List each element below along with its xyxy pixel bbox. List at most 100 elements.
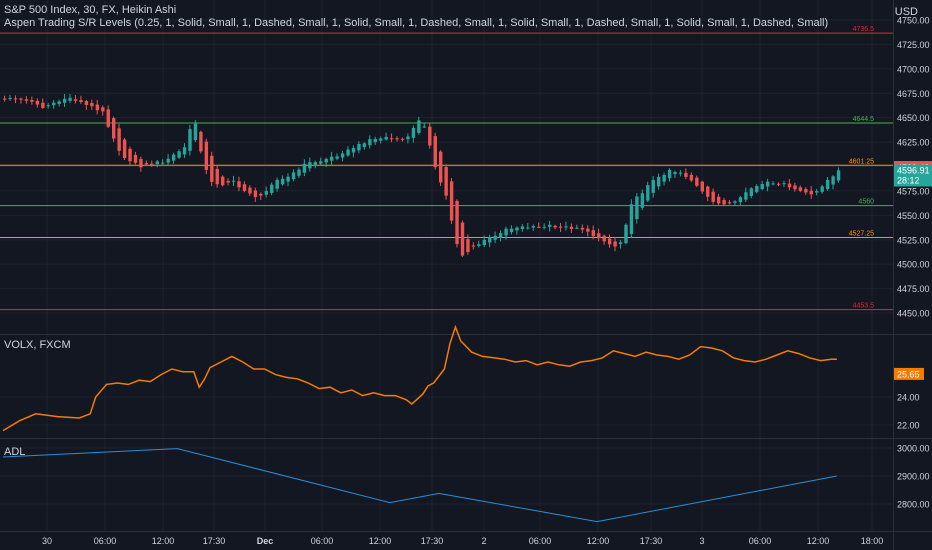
candle-body xyxy=(79,100,83,102)
candle-body xyxy=(836,170,841,181)
trading-chart[interactable]: 4736.54644.54601.2545604527.254453.54750… xyxy=(0,0,932,550)
candle-body xyxy=(215,168,219,185)
candle-body xyxy=(488,237,492,243)
price-tick-label: 4550.00 xyxy=(897,211,930,221)
candle-body xyxy=(231,180,236,182)
candle-body xyxy=(646,185,650,201)
adl-pane-title[interactable]: ADL xyxy=(4,446,25,458)
price-tick-label: 4625.00 xyxy=(897,138,930,148)
candle-body xyxy=(433,136,437,168)
candle-body xyxy=(101,107,105,112)
candle-body xyxy=(548,224,552,227)
candle-body xyxy=(449,181,454,221)
candle-body xyxy=(798,187,803,191)
candle-body xyxy=(242,184,247,191)
candle-body xyxy=(591,230,595,237)
candle-body xyxy=(395,138,399,140)
sr-level-label: 4644.5 xyxy=(853,116,875,123)
candle-body xyxy=(766,181,770,187)
candle-body xyxy=(275,179,279,189)
adl-tick-label: 2900.00 xyxy=(897,472,930,482)
candle-body xyxy=(509,228,514,233)
symbol-legend[interactable]: S&P 500 Index, 30, FX, Heikin Ashi xyxy=(4,4,176,16)
sr-level-label: 4453.5 xyxy=(853,303,875,310)
time-tick-label: 17:30 xyxy=(203,536,226,546)
candle-body xyxy=(755,185,759,193)
time-tick-label: 12:00 xyxy=(152,536,175,546)
candle-body xyxy=(782,183,786,185)
candle-body xyxy=(52,102,56,106)
time-tick-label: 12:00 xyxy=(807,536,830,546)
price-tick-label: 4575.00 xyxy=(897,186,930,196)
candle-body xyxy=(68,97,72,101)
candle-body xyxy=(477,244,481,246)
candle-body xyxy=(150,163,154,165)
price-tick-label: 4525.00 xyxy=(897,235,930,245)
candle-body xyxy=(809,190,813,195)
candle-body xyxy=(466,239,470,253)
candle-body xyxy=(62,98,67,103)
candle-body xyxy=(291,172,296,180)
candle-body xyxy=(662,174,666,182)
adl-tick-label: 2800.00 xyxy=(897,500,930,510)
candle-body xyxy=(57,101,61,104)
candle-body xyxy=(749,188,754,196)
candle-body xyxy=(357,143,361,151)
candle-body xyxy=(586,228,590,232)
candle-body xyxy=(313,162,318,166)
candle-body xyxy=(384,136,388,140)
candle-body xyxy=(831,176,835,185)
candle-body xyxy=(270,184,274,193)
candle-body xyxy=(793,185,797,190)
candle-body xyxy=(482,239,486,246)
candle-body xyxy=(188,129,192,151)
candle-body xyxy=(667,169,672,179)
candle-body xyxy=(640,193,645,208)
candle-body xyxy=(253,190,258,198)
candle-body xyxy=(406,136,410,140)
candle-body xyxy=(30,99,34,102)
candle-body xyxy=(112,118,116,139)
countdown-label: 28:12 xyxy=(897,176,920,186)
candle-body xyxy=(302,163,307,173)
candle-body xyxy=(439,151,443,183)
price-tick-label: 4700.00 xyxy=(897,64,930,74)
candle-body xyxy=(210,155,214,182)
candle-body xyxy=(569,226,574,229)
candle-body xyxy=(84,101,89,105)
candle-body xyxy=(73,99,78,101)
candle-body xyxy=(297,169,301,176)
candle-body xyxy=(166,158,170,163)
candle-body xyxy=(41,102,45,108)
candle-body xyxy=(673,172,677,175)
candle-body xyxy=(542,226,546,228)
candle-body xyxy=(221,176,225,186)
candle-body xyxy=(324,158,328,163)
time-tick-label: 2 xyxy=(481,536,486,546)
candle-body xyxy=(825,179,830,190)
candle-body xyxy=(90,102,94,107)
candle-body xyxy=(351,148,356,153)
candle-body xyxy=(700,181,704,192)
candle-body xyxy=(471,245,476,247)
indicator-legend[interactable]: Aspen Trading S/R Levels (0.25, 1, Solid… xyxy=(4,17,828,29)
candle-body xyxy=(139,158,143,168)
candle-body xyxy=(738,197,743,203)
candle-body xyxy=(373,139,377,143)
candle-body xyxy=(199,131,203,152)
candle-body xyxy=(226,180,230,183)
candle-body xyxy=(727,202,732,204)
candle-body xyxy=(520,226,525,229)
volx-tick-label: 24.00 xyxy=(897,393,920,403)
candle-body xyxy=(498,233,503,238)
candle-body xyxy=(280,178,285,185)
candle-body xyxy=(428,126,432,146)
candle-body xyxy=(237,181,241,188)
candle-body xyxy=(346,149,350,156)
volx-pane-title[interactable]: VOLX, FXCM xyxy=(4,339,71,351)
candle-body xyxy=(133,155,138,163)
time-tick-label: 06:00 xyxy=(94,536,117,546)
candle-body xyxy=(526,227,530,229)
sr-level-label: 4527.25 xyxy=(849,231,874,238)
candle-body xyxy=(400,138,405,140)
